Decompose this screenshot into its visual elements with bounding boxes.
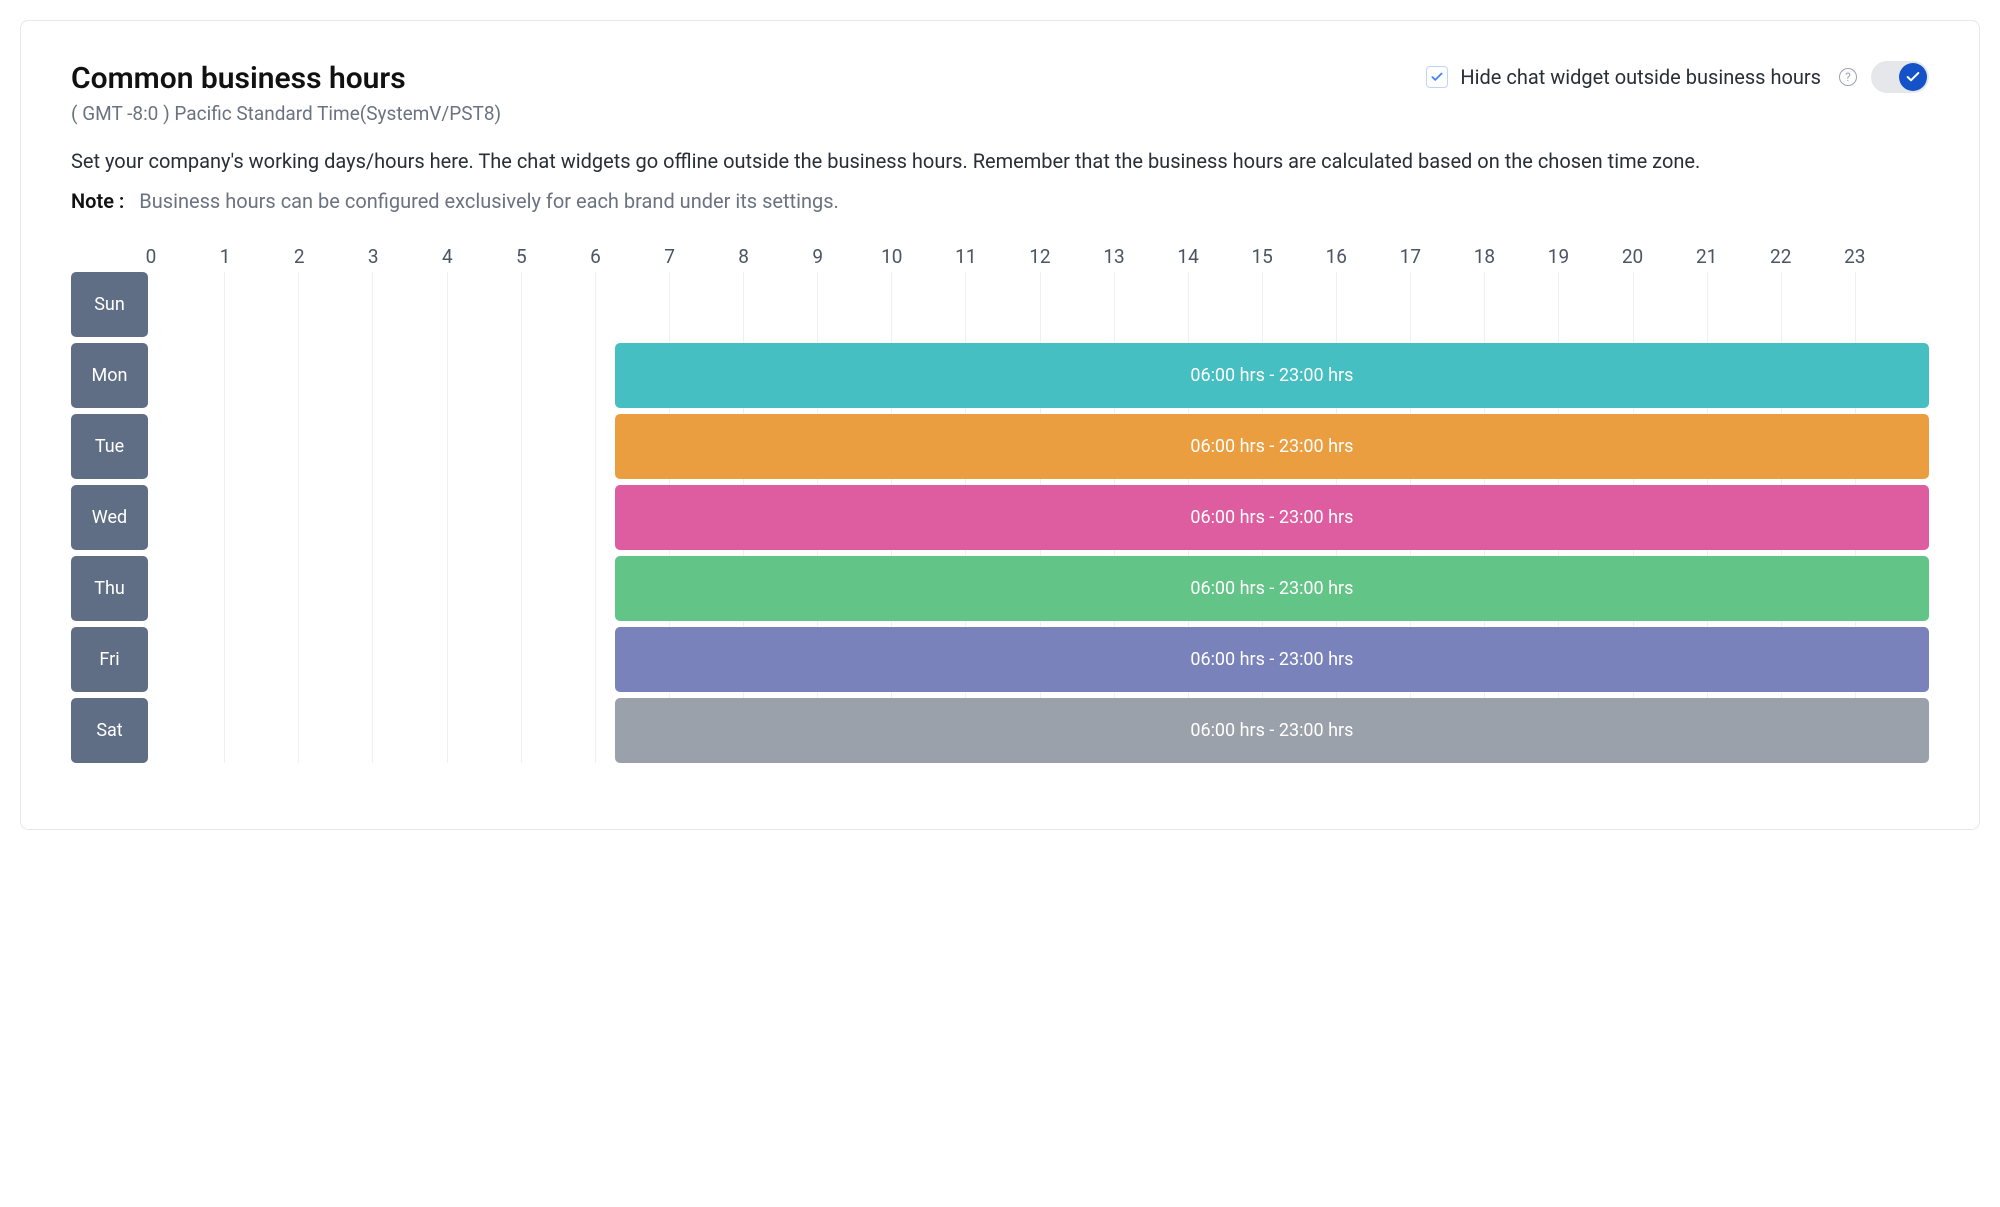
day-row: Wed06:00 hrs - 23:00 hrs	[151, 485, 1929, 550]
hour-tick: 4	[447, 245, 521, 268]
schedule: 01234567891011121314151617181920212223 S…	[71, 245, 1929, 763]
header-row: Common business hours ( GMT -8:0 ) Pacif…	[71, 61, 1929, 125]
hide-widget-checkbox-group: Hide chat widget outside business hours …	[1426, 65, 1857, 89]
schedule-grid: SunMon06:00 hrs - 23:00 hrsTue06:00 hrs …	[151, 272, 1929, 763]
description-text: Set your company's working days/hours he…	[71, 145, 1929, 177]
toggle-knob	[1899, 63, 1927, 91]
day-row: Tue06:00 hrs - 23:00 hrs	[151, 414, 1929, 479]
hours-bar-fri[interactable]: 06:00 hrs - 23:00 hrs	[615, 627, 1929, 692]
day-label-wed[interactable]: Wed	[71, 485, 148, 550]
day-label-thu[interactable]: Thu	[71, 556, 148, 621]
day-label-sun[interactable]: Sun	[71, 272, 148, 337]
bar-track[interactable]: 06:00 hrs - 23:00 hrs	[151, 627, 1929, 692]
note-label: Note :	[71, 189, 124, 213]
hours-bar-mon[interactable]: 06:00 hrs - 23:00 hrs	[615, 343, 1929, 408]
note-row: Note : Business hours can be configured …	[71, 189, 1929, 213]
hide-widget-group: Hide chat widget outside business hours …	[1426, 61, 1929, 93]
hour-tick: 7	[670, 245, 744, 268]
day-label-mon[interactable]: Mon	[71, 343, 148, 408]
hide-widget-checkbox[interactable]	[1426, 66, 1448, 88]
day-label-tue[interactable]: Tue	[71, 414, 148, 479]
page-title: Common business hours	[71, 61, 501, 96]
help-icon[interactable]: ?	[1839, 68, 1857, 86]
hide-widget-label: Hide chat widget outside business hours	[1460, 65, 1821, 89]
note-text: Business hours can be configured exclusi…	[139, 189, 839, 213]
day-row: Thu06:00 hrs - 23:00 hrs	[151, 556, 1929, 621]
hours-bar-sat[interactable]: 06:00 hrs - 23:00 hrs	[615, 698, 1929, 763]
day-row: Mon06:00 hrs - 23:00 hrs	[151, 343, 1929, 408]
check-icon	[1430, 70, 1444, 84]
timezone-subtitle: ( GMT -8:0 ) Pacific Standard Time(Syste…	[71, 102, 501, 125]
bar-track[interactable]: 06:00 hrs - 23:00 hrs	[151, 414, 1929, 479]
bar-track[interactable]: 06:00 hrs - 23:00 hrs	[151, 485, 1929, 550]
hour-tick: 5	[521, 245, 595, 268]
bar-track[interactable]	[151, 272, 1929, 337]
hour-tick: 8	[744, 245, 818, 268]
hour-tick: 1	[225, 245, 299, 268]
day-row: Fri06:00 hrs - 23:00 hrs	[151, 627, 1929, 692]
hide-widget-toggle[interactable]	[1871, 61, 1929, 93]
day-row: Sat06:00 hrs - 23:00 hrs	[151, 698, 1929, 763]
business-hours-card: Common business hours ( GMT -8:0 ) Pacif…	[20, 20, 1980, 830]
hour-tick: 23	[1855, 245, 1929, 268]
day-label-sat[interactable]: Sat	[71, 698, 148, 763]
bar-track[interactable]: 06:00 hrs - 23:00 hrs	[151, 556, 1929, 621]
hours-bar-wed[interactable]: 06:00 hrs - 23:00 hrs	[615, 485, 1929, 550]
header-left: Common business hours ( GMT -8:0 ) Pacif…	[71, 61, 501, 125]
hours-bar-thu[interactable]: 06:00 hrs - 23:00 hrs	[615, 556, 1929, 621]
hour-tick: 2	[299, 245, 373, 268]
hour-tick: 3	[373, 245, 447, 268]
hour-tick: 0	[151, 245, 225, 268]
day-label-fri[interactable]: Fri	[71, 627, 148, 692]
hours-axis: 01234567891011121314151617181920212223	[151, 245, 1929, 268]
day-row: Sun	[151, 272, 1929, 337]
check-icon	[1905, 69, 1921, 85]
bar-track[interactable]: 06:00 hrs - 23:00 hrs	[151, 343, 1929, 408]
hour-tick: 6	[595, 245, 669, 268]
bar-track[interactable]: 06:00 hrs - 23:00 hrs	[151, 698, 1929, 763]
hours-bar-tue[interactable]: 06:00 hrs - 23:00 hrs	[615, 414, 1929, 479]
